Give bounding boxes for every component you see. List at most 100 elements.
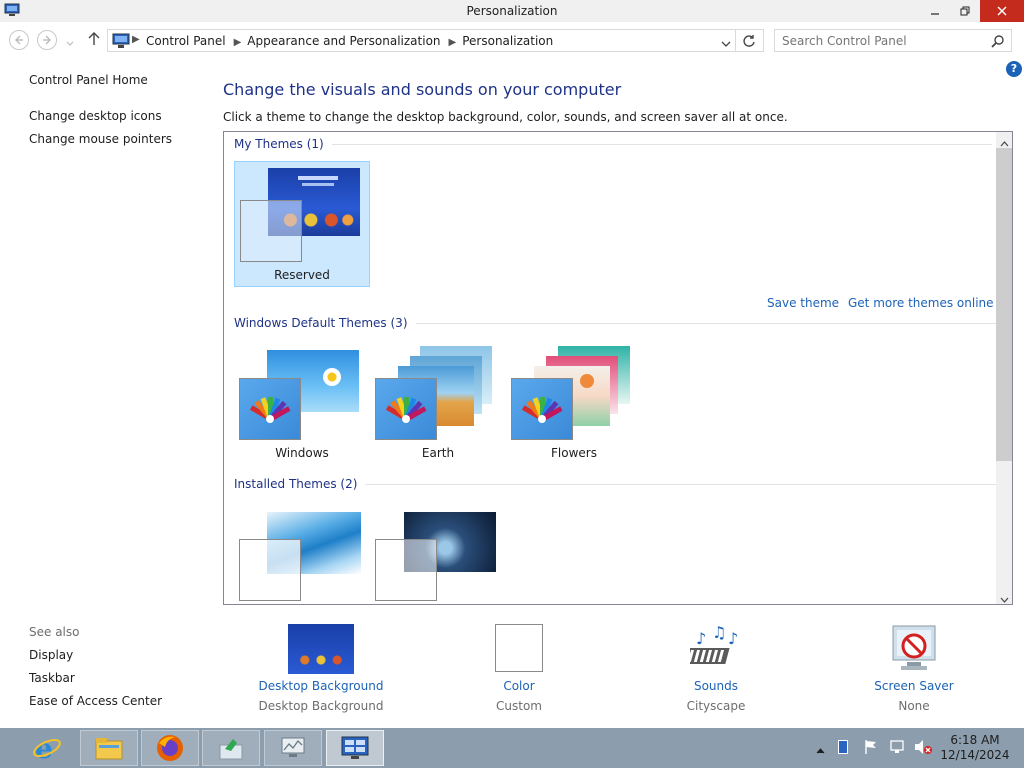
desktop-background-value: Desktop Background [258,699,384,713]
title-bar: Personalization [0,0,1024,22]
get-more-themes-link[interactable]: Get more themes online [848,296,994,310]
control-panel-home-link[interactable]: Control Panel Home [29,73,148,87]
theme-tile-reserved[interactable]: Reserved [234,161,370,287]
theme-tile-earth[interactable]: Earth [370,340,506,466]
breadcrumb-control-panel[interactable]: Control Panel [146,34,226,48]
screen-saver-label[interactable]: Screen Saver [864,679,964,693]
screen-saver-icon [892,625,936,670]
volume-button[interactable] [914,739,932,758]
flag-icon [865,740,876,754]
desktop-background-option[interactable]: Desktop Background Desktop Background [251,624,391,713]
window-title: Personalization [466,4,558,18]
theme-list[interactable]: My Themes (1) Reserved Save theme Get mo… [223,131,1013,605]
chevron-down-icon [66,41,74,46]
group-title: Installed Themes (2) [234,477,358,491]
desktop-background-thumbnail [288,624,354,674]
divider [365,484,1006,485]
scroll-up-button[interactable] [1000,136,1009,150]
control-panel-taskbar-button[interactable] [326,730,384,766]
refresh-icon [743,35,755,47]
restore-icon [960,6,970,16]
file-explorer-button[interactable] [80,730,138,766]
sounds-icon: ♪ ♫ ♪ [690,624,738,664]
sounds-option[interactable]: ♪ ♫ ♪ Sounds Cityscape [666,624,766,713]
app-button[interactable] [202,730,260,766]
forward-button[interactable] [37,30,57,50]
theme-name: Flowers [551,446,597,460]
show-hidden-icons-button[interactable] [816,743,825,757]
theme-color-swatch [239,378,301,440]
address-bar[interactable]: ▶ Control Panel ▶ Appearance and Personali… [107,29,764,52]
theme-tile-windows[interactable]: Windows [234,340,370,466]
close-button[interactable] [980,0,1024,22]
green-arrow-icon [219,739,243,760]
action-center-button[interactable] [864,739,878,758]
theme-color-swatch [240,200,302,262]
page-description: Click a theme to change the desktop back… [223,110,788,124]
group-title: Windows Default Themes (3) [234,316,408,330]
chevron-up-icon [1000,141,1009,147]
internet-explorer-button[interactable]: e [20,732,74,764]
firefox-button[interactable] [141,730,199,766]
color-palette-icon [385,397,427,423]
app-button[interactable] [264,730,322,766]
change-mouse-pointers-link[interactable]: Change mouse pointers [29,132,172,146]
divider [735,30,736,51]
back-button[interactable] [9,30,29,50]
help-icon[interactable]: ? [1006,61,1022,77]
chevron-up-icon [816,748,825,754]
group-header-default-themes: Windows Default Themes (3) [234,316,1006,330]
change-desktop-icons-link[interactable]: Change desktop icons [29,109,162,123]
forward-arrow-icon [43,35,51,45]
tray-app-icon[interactable] [838,740,848,754]
restore-button[interactable] [950,0,980,22]
up-button[interactable] [88,32,100,49]
search-box[interactable] [774,29,1012,52]
screen-saver-option[interactable]: Screen Saver None [864,624,964,713]
save-theme-link[interactable]: Save theme [767,296,839,310]
svg-text:♪: ♪ [728,629,738,648]
clock-time: 6:18 AM [950,733,1000,747]
folder-icon [95,738,123,760]
breadcrumb-appearance[interactable]: Appearance and Personalization [247,34,440,48]
scroll-down-button[interactable] [1000,592,1009,604]
search-input[interactable] [782,34,982,48]
ease-of-access-link[interactable]: Ease of Access Center [29,694,162,708]
sounds-label[interactable]: Sounds [666,679,766,693]
desktop-background-label[interactable]: Desktop Background [251,679,391,693]
svg-text:♫: ♫ [712,624,726,642]
breadcrumb-separator-icon: ▶ [448,37,457,48]
scrollbar-thumb[interactable] [996,148,1012,461]
minimize-button[interactable] [920,0,950,22]
svg-text:♪: ♪ [696,629,706,648]
search-icon[interactable] [991,34,1005,48]
divider [331,144,992,145]
theme-tile-flowers[interactable]: Flowers [506,340,642,466]
installed-theme-tile[interactable] [234,504,370,604]
theme-color-swatch [375,378,437,440]
minimize-icon [931,13,939,15]
control-panel-icon [112,33,130,48]
theme-color-swatch [239,539,301,601]
network-button[interactable] [890,739,906,758]
chevron-down-icon [721,41,731,47]
display-link[interactable]: Display [29,648,73,662]
color-value: Custom [496,699,542,713]
color-option[interactable]: Color Custom [469,624,569,713]
recent-locations-button[interactable] [66,36,74,50]
breadcrumb-separator-icon: ▶ [132,34,140,45]
taskbar-link[interactable]: Taskbar [29,671,75,685]
installed-theme-tile[interactable] [370,504,506,604]
screen-saver-value: None [898,699,930,713]
volume-muted-icon [915,740,932,754]
breadcrumb-separator-icon: ▶ [233,37,242,48]
theme-color-swatch [511,378,573,440]
breadcrumb-personalization[interactable]: Personalization [462,34,553,48]
refresh-button[interactable] [742,34,756,51]
clock[interactable]: 6:18 AM 12/14/2024 [940,733,1010,763]
color-label[interactable]: Color [469,679,569,693]
color-swatch [495,624,543,672]
see-also-label: See also [29,625,80,639]
address-dropdown-button[interactable] [721,37,731,51]
group-header-installed-themes: Installed Themes (2) [234,477,1006,491]
